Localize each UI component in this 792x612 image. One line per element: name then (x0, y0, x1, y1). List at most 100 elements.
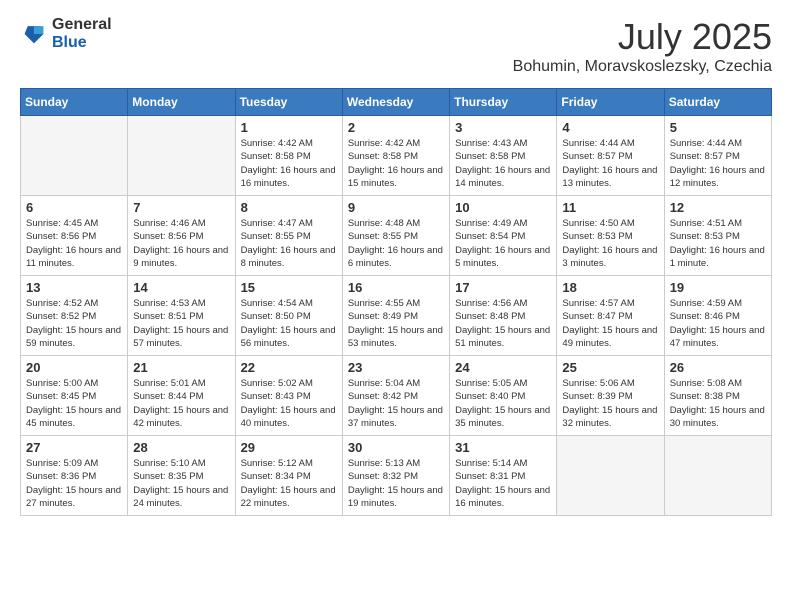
calendar-cell: 21 Sunrise: 5:01 AMSunset: 8:44 PMDayligh… (128, 356, 235, 436)
day-info: Sunrise: 5:09 AMSunset: 8:36 PMDaylight:… (26, 457, 122, 510)
day-info: Sunrise: 4:45 AMSunset: 8:56 PMDaylight:… (26, 217, 122, 270)
calendar-cell: 16 Sunrise: 4:55 AMSunset: 8:49 PMDayligh… (342, 276, 449, 356)
day-number: 8 (241, 200, 337, 215)
day-info: Sunrise: 5:12 AMSunset: 8:34 PMDaylight:… (241, 457, 337, 510)
day-number: 18 (562, 280, 658, 295)
calendar-cell: 30 Sunrise: 5:13 AMSunset: 8:32 PMDayligh… (342, 436, 449, 516)
day-info: Sunrise: 4:53 AMSunset: 8:51 PMDaylight:… (133, 297, 229, 350)
day-number: 30 (348, 440, 444, 455)
day-info: Sunrise: 5:04 AMSunset: 8:42 PMDaylight:… (348, 377, 444, 430)
logo-icon (20, 23, 48, 45)
day-info: Sunrise: 5:06 AMSunset: 8:39 PMDaylight:… (562, 377, 658, 430)
day-number: 28 (133, 440, 229, 455)
day-info: Sunrise: 5:10 AMSunset: 8:35 PMDaylight:… (133, 457, 229, 510)
calendar-cell: 26 Sunrise: 5:08 AMSunset: 8:38 PMDayligh… (664, 356, 771, 436)
day-number: 29 (241, 440, 337, 455)
day-number: 13 (26, 280, 122, 295)
calendar-cell: 3 Sunrise: 4:43 AMSunset: 8:58 PMDaylight… (450, 116, 557, 196)
day-number: 17 (455, 280, 551, 295)
header-thursday: Thursday (450, 89, 557, 116)
location-title: Bohumin, Moravskoslezsky, Czechia (513, 58, 772, 76)
calendar-cell (21, 116, 128, 196)
day-number: 12 (670, 200, 766, 215)
day-info: Sunrise: 4:50 AMSunset: 8:53 PMDaylight:… (562, 217, 658, 270)
calendar-cell: 5Sunrise: 4:44 AMSunset: 8:57 PMDaylight… (664, 116, 771, 196)
day-number: 22 (241, 360, 337, 375)
calendar-cell: 8 Sunrise: 4:47 AMSunset: 8:55 PMDaylight… (235, 196, 342, 276)
header-saturday: Saturday (664, 89, 771, 116)
calendar-cell: 1Sunrise: 4:42 AMSunset: 8:58 PMDaylight… (235, 116, 342, 196)
day-number: 14 (133, 280, 229, 295)
day-info: Sunrise: 4:54 AMSunset: 8:50 PMDaylight:… (241, 297, 337, 350)
logo: General Blue (20, 16, 112, 51)
calendar-cell: 17 Sunrise: 4:56 AMSunset: 8:48 PMDayligh… (450, 276, 557, 356)
day-number: 7 (133, 200, 229, 215)
header-sunday: Sunday (21, 89, 128, 116)
day-info: Sunrise: 4:44 AMSunset: 8:57 PMDaylight:… (562, 137, 658, 190)
calendar-cell: 18Sunrise: 4:57 AMSunset: 8:47 PMDayligh… (557, 276, 664, 356)
calendar-week-4: 20 Sunrise: 5:00 AMSunset: 8:45 PMDayligh… (21, 356, 772, 436)
calendar-cell: 11Sunrise: 4:50 AMSunset: 8:53 PMDayligh… (557, 196, 664, 276)
calendar-cell: 24Sunrise: 5:05 AMSunset: 8:40 PMDayligh… (450, 356, 557, 436)
day-info: Sunrise: 4:49 AMSunset: 8:54 PMDaylight:… (455, 217, 551, 270)
day-number: 19 (670, 280, 766, 295)
day-info: Sunrise: 4:56 AMSunset: 8:48 PMDaylight:… (455, 297, 551, 350)
day-number: 25 (562, 360, 658, 375)
day-info: Sunrise: 4:47 AMSunset: 8:55 PMDaylight:… (241, 217, 337, 270)
day-number: 3 (455, 120, 551, 135)
day-info: Sunrise: 5:08 AMSunset: 8:38 PMDaylight:… (670, 377, 766, 430)
day-info: Sunrise: 5:01 AMSunset: 8:44 PMDaylight:… (133, 377, 229, 430)
day-info: Sunrise: 4:42 AMSunset: 8:58 PMDaylight:… (241, 137, 337, 190)
calendar-cell: 12 Sunrise: 4:51 AMSunset: 8:53 PMDayligh… (664, 196, 771, 276)
day-info: Sunrise: 4:51 AMSunset: 8:53 PMDaylight:… (670, 217, 766, 270)
calendar-cell: 20 Sunrise: 5:00 AMSunset: 8:45 PMDayligh… (21, 356, 128, 436)
day-number: 5 (670, 120, 766, 135)
calendar-cell: 4 Sunrise: 4:44 AMSunset: 8:57 PMDaylight… (557, 116, 664, 196)
day-info: Sunrise: 4:46 AMSunset: 8:56 PMDaylight:… (133, 217, 229, 270)
calendar-cell: 13 Sunrise: 4:52 AMSunset: 8:52 PMDayligh… (21, 276, 128, 356)
day-number: 26 (670, 360, 766, 375)
day-info: Sunrise: 4:52 AMSunset: 8:52 PMDaylight:… (26, 297, 122, 350)
day-info: Sunrise: 4:59 AMSunset: 8:46 PMDaylight:… (670, 297, 766, 350)
day-number: 21 (133, 360, 229, 375)
day-info: Sunrise: 4:43 AMSunset: 8:58 PMDaylight:… (455, 137, 551, 190)
day-number: 23 (348, 360, 444, 375)
day-number: 31 (455, 440, 551, 455)
day-number: 16 (348, 280, 444, 295)
calendar-cell: 22Sunrise: 5:02 AMSunset: 8:43 PMDayligh… (235, 356, 342, 436)
month-title: July 2025 (513, 16, 772, 58)
calendar-cell: 27Sunrise: 5:09 AMSunset: 8:36 PMDayligh… (21, 436, 128, 516)
day-number: 10 (455, 200, 551, 215)
calendar-cell: 19 Sunrise: 4:59 AMSunset: 8:46 PMDayligh… (664, 276, 771, 356)
day-info: Sunrise: 5:13 AMSunset: 8:32 PMDaylight:… (348, 457, 444, 510)
calendar-cell: 25 Sunrise: 5:06 AMSunset: 8:39 PMDayligh… (557, 356, 664, 436)
header-monday: Monday (128, 89, 235, 116)
day-number: 4 (562, 120, 658, 135)
day-number: 6 (26, 200, 122, 215)
calendar-header-row: SundayMondayTuesdayWednesdayThursdayFrid… (21, 89, 772, 116)
calendar-cell (557, 436, 664, 516)
header-friday: Friday (557, 89, 664, 116)
day-info: Sunrise: 4:55 AMSunset: 8:49 PMDaylight:… (348, 297, 444, 350)
day-info: Sunrise: 5:05 AMSunset: 8:40 PMDaylight:… (455, 377, 551, 430)
header: General Blue July 2025 Bohumin, Moravsko… (20, 16, 772, 76)
day-number: 20 (26, 360, 122, 375)
calendar-cell: 2Sunrise: 4:42 AMSunset: 8:58 PMDaylight… (342, 116, 449, 196)
calendar-week-1: 1Sunrise: 4:42 AMSunset: 8:58 PMDaylight… (21, 116, 772, 196)
calendar-week-5: 27Sunrise: 5:09 AMSunset: 8:36 PMDayligh… (21, 436, 772, 516)
calendar-cell: 9Sunrise: 4:48 AMSunset: 8:55 PMDaylight… (342, 196, 449, 276)
day-number: 2 (348, 120, 444, 135)
calendar-week-3: 13 Sunrise: 4:52 AMSunset: 8:52 PMDayligh… (21, 276, 772, 356)
calendar-cell: 29 Sunrise: 5:12 AMSunset: 8:34 PMDayligh… (235, 436, 342, 516)
calendar-cell (128, 116, 235, 196)
day-info: Sunrise: 4:48 AMSunset: 8:55 PMDaylight:… (348, 217, 444, 270)
day-info: Sunrise: 5:00 AMSunset: 8:45 PMDaylight:… (26, 377, 122, 430)
calendar-cell: 23 Sunrise: 5:04 AMSunset: 8:42 PMDayligh… (342, 356, 449, 436)
calendar-cell: 6 Sunrise: 4:45 AMSunset: 8:56 PMDaylight… (21, 196, 128, 276)
logo-general: General (52, 16, 112, 34)
calendar-cell: 7 Sunrise: 4:46 AMSunset: 8:56 PMDaylight… (128, 196, 235, 276)
logo-blue: Blue (52, 34, 112, 52)
calendar-cell (664, 436, 771, 516)
calendar-week-2: 6 Sunrise: 4:45 AMSunset: 8:56 PMDaylight… (21, 196, 772, 276)
day-number: 15 (241, 280, 337, 295)
